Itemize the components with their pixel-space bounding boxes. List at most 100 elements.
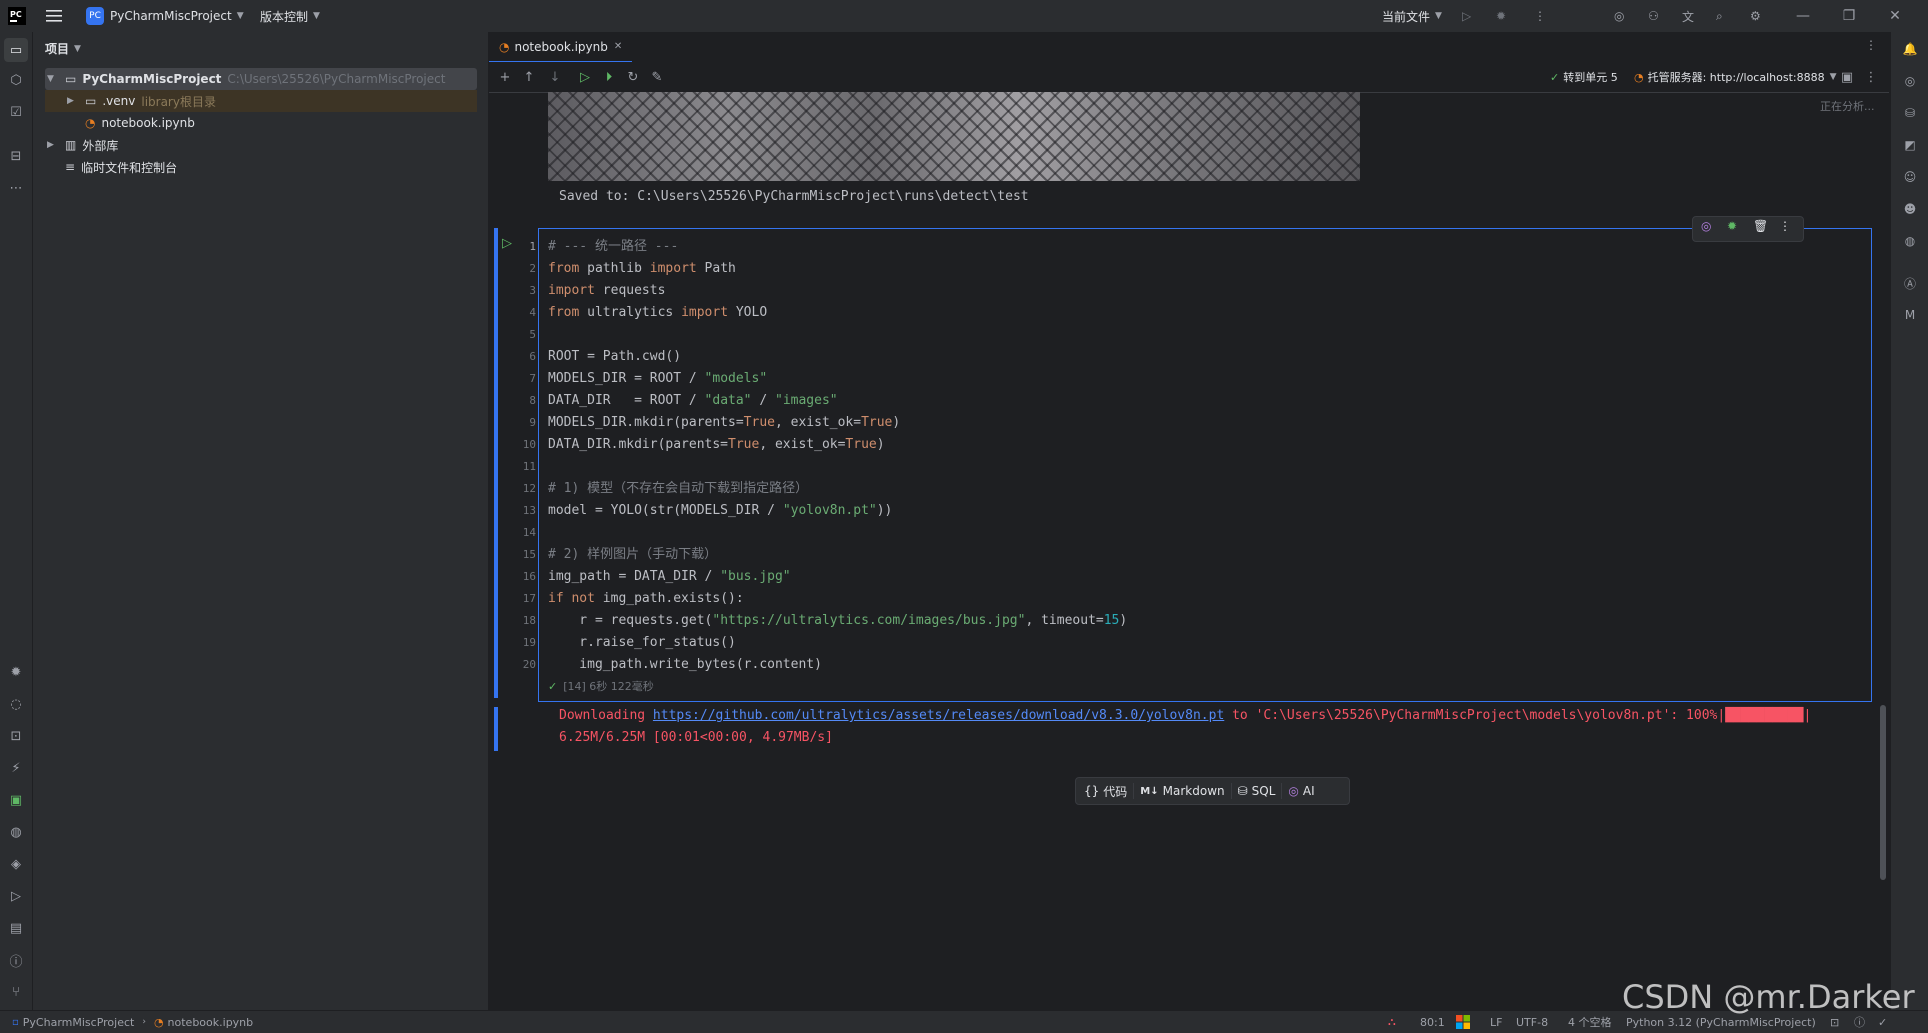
run-cell-icon[interactable]: ▷ <box>575 67 595 87</box>
main-menu-icon[interactable] <box>46 0 64 32</box>
close-tab-icon[interactable]: ✕ <box>614 41 622 52</box>
more-tools-icon[interactable]: ⋯ <box>4 176 28 200</box>
project-selector[interactable]: PC PyCharmMiscProject ▼ <box>86 0 244 32</box>
problems-icon[interactable]: ⓘ <box>4 948 28 972</box>
code-line[interactable]: MODELS_DIR = ROOT / "models" <box>548 368 767 390</box>
minimize-icon[interactable]: — <box>1780 0 1826 32</box>
goto-cell[interactable]: ✓ 转到单元 5 <box>1550 62 1618 92</box>
commit-icon[interactable]: ☑ <box>4 100 28 124</box>
jupyter-icon[interactable]: ◌ <box>4 692 28 716</box>
more-vertical-icon[interactable]: ⋮ <box>1534 0 1546 32</box>
code-line[interactable]: from pathlib import Path <box>548 258 736 280</box>
add-code-cell-button[interactable]: {} 代码 <box>1078 780 1133 802</box>
code-line[interactable]: img_path = DATA_DIR / "bus.jpg" <box>548 566 791 588</box>
notifications-icon[interactable]: 🔔 <box>1899 38 1921 60</box>
restore-icon[interactable]: ❐ <box>1826 0 1872 32</box>
account-icon[interactable]: ⚇ <box>1648 0 1659 32</box>
run-config-selector[interactable]: 当前文件 ▼ <box>1382 0 1442 32</box>
ai-assistant-icon[interactable]: ◎ <box>1614 0 1624 32</box>
tab-notebook[interactable]: ◔ notebook.ipynb ✕ <box>489 32 633 63</box>
python-console-icon[interactable]: ◍ <box>4 820 28 844</box>
code-line[interactable]: r = requests.get("https://ultralytics.co… <box>548 610 1127 632</box>
translate-icon[interactable]: 文 <box>1682 0 1694 32</box>
documentation-icon[interactable]: Ⓐ <box>1899 272 1921 294</box>
structure-icon[interactable]: ⊟ <box>4 144 28 168</box>
move-down-icon[interactable]: ↓ <box>545 67 565 87</box>
close-icon[interactable]: ✕ <box>1872 0 1918 32</box>
services-icon[interactable]: ⚡ <box>4 756 28 780</box>
code-line[interactable]: model = YOLO(str(MODELS_DIR / "yolov8n.p… <box>548 500 892 522</box>
code-line[interactable]: # --- 统一路径 --- <box>548 236 678 258</box>
code-line[interactable]: img_path.write_bytes(r.content) <box>548 654 822 676</box>
variables-icon[interactable]: ▣ <box>1837 67 1857 87</box>
remote-host-icon[interactable]: ◍ <box>1899 230 1921 252</box>
restart-kernel-icon[interactable]: ↻ <box>623 67 643 87</box>
code-line[interactable]: ROOT = Path.cwd() <box>548 346 681 368</box>
settings-gear-icon[interactable]: ⚙ <box>1750 0 1761 32</box>
jupyter-file-icon: ◔ <box>85 116 96 130</box>
markdown-preview-icon[interactable]: M <box>1899 304 1921 326</box>
tree-row-project-root[interactable]: ▼ ▭ PyCharmMiscProject C:\Users\25526\Py… <box>45 68 477 90</box>
line-separator[interactable]: LF <box>1490 1011 1502 1033</box>
debug-tool-icon[interactable]: ✹ <box>4 660 28 684</box>
code-line[interactable]: import requests <box>548 280 665 302</box>
code-line[interactable]: DATA_DIR = ROOT / "data" / "images" <box>548 390 838 412</box>
windows-icon[interactable] <box>1456 1011 1470 1033</box>
breadcrumb-project[interactable]: PyCharmMiscProject <box>23 1016 135 1029</box>
terminal-tool-icon[interactable]: ⊡ <box>4 724 28 748</box>
more-vertical-icon[interactable]: ⋮ <box>1861 67 1881 87</box>
line-number: 9 <box>529 416 536 429</box>
more-vertical-icon[interactable]: ⋮ <box>1779 219 1791 233</box>
code-line[interactable]: from ultralytics import YOLO <box>548 302 767 324</box>
sciview-icon[interactable]: ◩ <box>1899 134 1921 156</box>
ai-status-icon[interactable]: ⛬ <box>1388 1011 1396 1033</box>
terminal-icon[interactable]: ▤ <box>4 916 28 940</box>
line-number: 6 <box>529 350 536 363</box>
layers-icon[interactable]: ◈ <box>4 852 28 876</box>
add-ai-cell-button[interactable]: ◎ AI <box>1282 780 1320 802</box>
database-icon[interactable]: ⛁ <box>1899 102 1921 124</box>
vertical-scrollbar[interactable] <box>1880 705 1886 880</box>
tree-row-external-libs[interactable]: ▶ ▥ 外部库 <box>45 134 500 156</box>
chevron-down-icon: ▼ <box>236 11 244 21</box>
file-encoding[interactable]: UTF-8 <box>1516 1011 1548 1033</box>
copilot-icon[interactable]: ☺ <box>1899 166 1921 188</box>
teamcity-icon[interactable]: ▣ <box>4 788 28 812</box>
clear-outputs-icon[interactable]: ✎ <box>647 67 667 87</box>
tree-row-scratches[interactable]: ≡ 临时文件和控制台 <box>45 156 500 178</box>
line-number: 12 <box>522 482 536 495</box>
code-line[interactable]: if not img_path.exists(): <box>548 588 744 610</box>
code-line[interactable]: # 1) 模型（不存在会自动下载到指定路径） <box>548 478 808 500</box>
code-line[interactable]: MODELS_DIR.mkdir(parents=True, exist_ok=… <box>548 412 900 434</box>
move-up-icon[interactable]: ↑ <box>519 67 539 87</box>
search-icon[interactable]: ⌕ <box>1716 0 1723 32</box>
run-all-icon[interactable]: ⏵ <box>599 67 619 87</box>
delete-cell-icon[interactable]: 🗑 <box>1753 219 1768 233</box>
code-line[interactable]: r.raise_for_status() <box>548 632 736 654</box>
run-tool-icon[interactable]: ▷ <box>4 884 28 908</box>
cursor-position[interactable]: 80:1 <box>1420 1011 1445 1033</box>
vcs-menu[interactable]: 版本控制 ▼ <box>260 0 320 32</box>
ai-assistant-icon[interactable]: ◎ <box>1701 219 1711 233</box>
run-icon[interactable]: ▷ <box>1462 0 1471 32</box>
debug-cell-icon[interactable]: ✹ <box>1727 219 1737 233</box>
breadcrumb-file[interactable]: notebook.ipynb <box>168 1016 254 1029</box>
more-vertical-icon[interactable]: ⋮ <box>1865 38 1877 52</box>
add-cell-icon[interactable]: + <box>495 67 515 87</box>
tree-row-notebook[interactable]: ◔ notebook.ipynb <box>45 112 500 134</box>
add-sql-cell-button[interactable]: ⛁ SQL <box>1232 780 1282 802</box>
add-markdown-cell-button[interactable]: M↓ Markdown <box>1134 780 1230 802</box>
chat-icon[interactable]: ☻ <box>1899 198 1921 220</box>
code-line[interactable]: DATA_DIR.mkdir(parents=True, exist_ok=Tr… <box>548 434 885 456</box>
jupyter-server-selector[interactable]: ◔ 托管服务器: http://localhost:8888 ▼ <box>1634 62 1837 92</box>
code-line[interactable]: # 2) 样例图片（手动下载） <box>548 544 717 566</box>
tree-row-venv[interactable]: ▶ ▭ .venv library根目录 <box>45 90 477 112</box>
indent-setting[interactable]: 4 个空格 <box>1568 1011 1612 1033</box>
python-packages-icon[interactable]: ⬡ <box>4 68 28 92</box>
ai-assistant-icon[interactable]: ◎ <box>1899 70 1921 92</box>
project-panel-header[interactable]: 项目 ▼ <box>45 40 81 57</box>
git-icon[interactable]: ⑂ <box>4 980 28 1004</box>
output-link[interactable]: https://github.com/ultralytics/assets/re… <box>653 708 1224 723</box>
project-folder-icon[interactable]: ▭ <box>4 38 28 62</box>
debug-icon[interactable]: ✹ <box>1496 0 1506 32</box>
